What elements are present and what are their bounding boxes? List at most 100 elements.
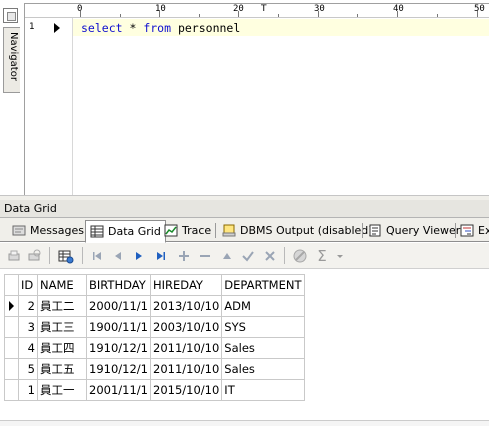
toolbar-divider	[49, 247, 50, 264]
data-grid[interactable]: ID NAME BIRTHDAY HIREDAY DEPARTMENT 2 員工…	[0, 272, 489, 426]
ruler-tick	[120, 14, 121, 17]
horizontal-scrollbar[interactable]	[0, 420, 489, 426]
row-indicator[interactable]	[4, 295, 19, 317]
print-icon[interactable]	[6, 248, 22, 264]
cell-department[interactable]: Sales	[221, 337, 306, 359]
current-line-arrow-icon	[54, 23, 60, 33]
messages-icon	[12, 224, 26, 237]
edit-record-icon[interactable]	[219, 248, 235, 264]
delete-record-icon[interactable]	[197, 248, 213, 264]
sql-statement[interactable]: select * from personnel	[81, 21, 240, 35]
cell-birthday[interactable]: 2000/11/1	[86, 295, 151, 317]
results-pane-title: Data Grid	[0, 200, 489, 218]
ruler-number: 50	[474, 4, 485, 14]
row-indicator[interactable]	[4, 316, 19, 338]
table-row[interactable]: 2 員工二 2000/11/1 2013/10/10 ADM	[4, 295, 306, 317]
cancel-edit-icon[interactable]	[262, 248, 278, 264]
table-row[interactable]: 5 員工五 1910/12/1 2011/10/10 Sales	[4, 358, 306, 380]
toad-sql-editor-window: Navigator 0 10 20 30 40 50 T 1 select * …	[0, 0, 489, 426]
cell-department[interactable]: ADM	[221, 295, 306, 317]
result-table: ID NAME BIRTHDAY HIREDAY DEPARTMENT 2 員工…	[4, 274, 306, 401]
cell-id[interactable]: 4	[18, 337, 38, 359]
current-row-arrow-icon	[9, 301, 14, 311]
insert-record-icon[interactable]	[176, 248, 192, 264]
tab-label: DBMS Output (disabled)	[240, 224, 373, 237]
row-indicator-header	[4, 274, 19, 296]
ruler-tick	[278, 14, 279, 17]
tab-explain-plan[interactable]: Ex	[456, 221, 489, 240]
ruler-tick	[318, 11, 319, 17]
cell-department[interactable]: SYS	[221, 316, 306, 338]
ruler-tick	[80, 11, 81, 17]
cell-hireday[interactable]: 2015/10/10	[149, 379, 223, 401]
cell-id[interactable]: 1	[18, 379, 38, 401]
column-header-department[interactable]: DEPARTMENT	[221, 274, 306, 296]
row-indicator[interactable]	[4, 358, 19, 380]
cell-id[interactable]: 5	[18, 358, 38, 380]
cell-name[interactable]: 員工一	[37, 379, 87, 401]
navigator-toggle-button[interactable]	[3, 8, 18, 23]
grid-options-icon[interactable]	[58, 248, 74, 264]
grid-toolbar: Σ	[0, 243, 489, 269]
table-row[interactable]: 1 員工一 2001/11/1 2015/10/10 IT	[4, 379, 306, 401]
table-row[interactable]: 3 員工三 1900/11/1 2003/10/10 SYS	[4, 316, 306, 338]
tab-label: Ex	[478, 224, 489, 237]
row-indicator[interactable]	[4, 337, 19, 359]
sql-keyword: select	[81, 21, 123, 35]
column-header-name[interactable]: NAME	[37, 274, 87, 296]
tab-messages[interactable]: Messages	[8, 221, 84, 240]
row-indicator[interactable]	[4, 379, 19, 401]
ruler-tick	[199, 14, 200, 17]
cell-name[interactable]: 員工五	[37, 358, 87, 380]
toolbar-divider	[284, 247, 285, 264]
cell-name[interactable]: 員工二	[37, 295, 87, 317]
sum-icon[interactable]: Σ	[314, 247, 330, 265]
cell-birthday[interactable]: 1910/12/1	[86, 337, 151, 359]
cell-id[interactable]: 2	[18, 295, 38, 317]
sql-text: personnel	[171, 21, 241, 35]
cell-birthday[interactable]: 1910/12/1	[86, 358, 151, 380]
sql-keyword: from	[143, 21, 172, 35]
column-header-hireday[interactable]: HIREDAY	[149, 274, 223, 296]
tab-query-viewer[interactable]: Query Viewer	[364, 221, 460, 240]
prior-record-icon[interactable]	[110, 248, 126, 264]
caret-column-marker: T	[261, 4, 267, 14]
last-record-icon[interactable]	[153, 248, 169, 264]
table-row[interactable]: 4 員工四 1910/12/1 2011/10/10 Sales	[4, 337, 306, 359]
navigator-tab[interactable]: Navigator	[3, 27, 20, 93]
current-code-line[interactable]: select * from personnel	[73, 19, 489, 36]
cell-id[interactable]: 3	[18, 316, 38, 338]
first-record-icon[interactable]	[89, 248, 105, 264]
explain-plan-icon	[460, 224, 474, 237]
sql-editor[interactable]: 0 10 20 30 40 50 T 1 select * from perso…	[24, 3, 489, 196]
cell-name[interactable]: 員工四	[37, 337, 87, 359]
cell-birthday[interactable]: 2001/11/1	[86, 379, 151, 401]
chevron-down-icon[interactable]	[332, 248, 348, 264]
toolbar-divider	[82, 247, 83, 264]
navigator-sidebar: Navigator	[0, 3, 22, 193]
ruler-tick	[397, 11, 398, 17]
next-record-icon[interactable]	[131, 248, 147, 264]
print-preview-icon[interactable]	[26, 248, 42, 264]
tab-trace[interactable]: Trace	[160, 221, 211, 240]
ruler-tick	[159, 11, 160, 17]
cell-hireday[interactable]: 2013/10/10	[149, 295, 223, 317]
cell-hireday[interactable]: 2011/10/10	[149, 358, 223, 380]
grid-icon	[90, 225, 104, 238]
tab-dbms-output[interactable]: DBMS Output (disabled)	[218, 221, 373, 240]
refresh-icon[interactable]	[292, 248, 308, 264]
column-header-birthday[interactable]: BIRTHDAY	[86, 274, 151, 296]
cell-department[interactable]: IT	[221, 379, 306, 401]
column-header-id[interactable]: ID	[18, 274, 38, 296]
post-edit-icon[interactable]	[240, 248, 256, 264]
tab-label: Data Grid	[108, 225, 161, 238]
ruler-tick	[437, 14, 438, 17]
ruler-number: 10	[155, 4, 166, 14]
cell-name[interactable]: 員工三	[37, 316, 87, 338]
cell-hireday[interactable]: 2003/10/10	[149, 316, 223, 338]
cell-department[interactable]: Sales	[221, 358, 306, 380]
tab-data-grid[interactable]: Data Grid	[85, 220, 166, 243]
cell-birthday[interactable]: 1900/11/1	[86, 316, 151, 338]
cell-hireday[interactable]: 2011/10/10	[149, 337, 223, 359]
navigator-tab-label: Navigator	[8, 32, 19, 81]
